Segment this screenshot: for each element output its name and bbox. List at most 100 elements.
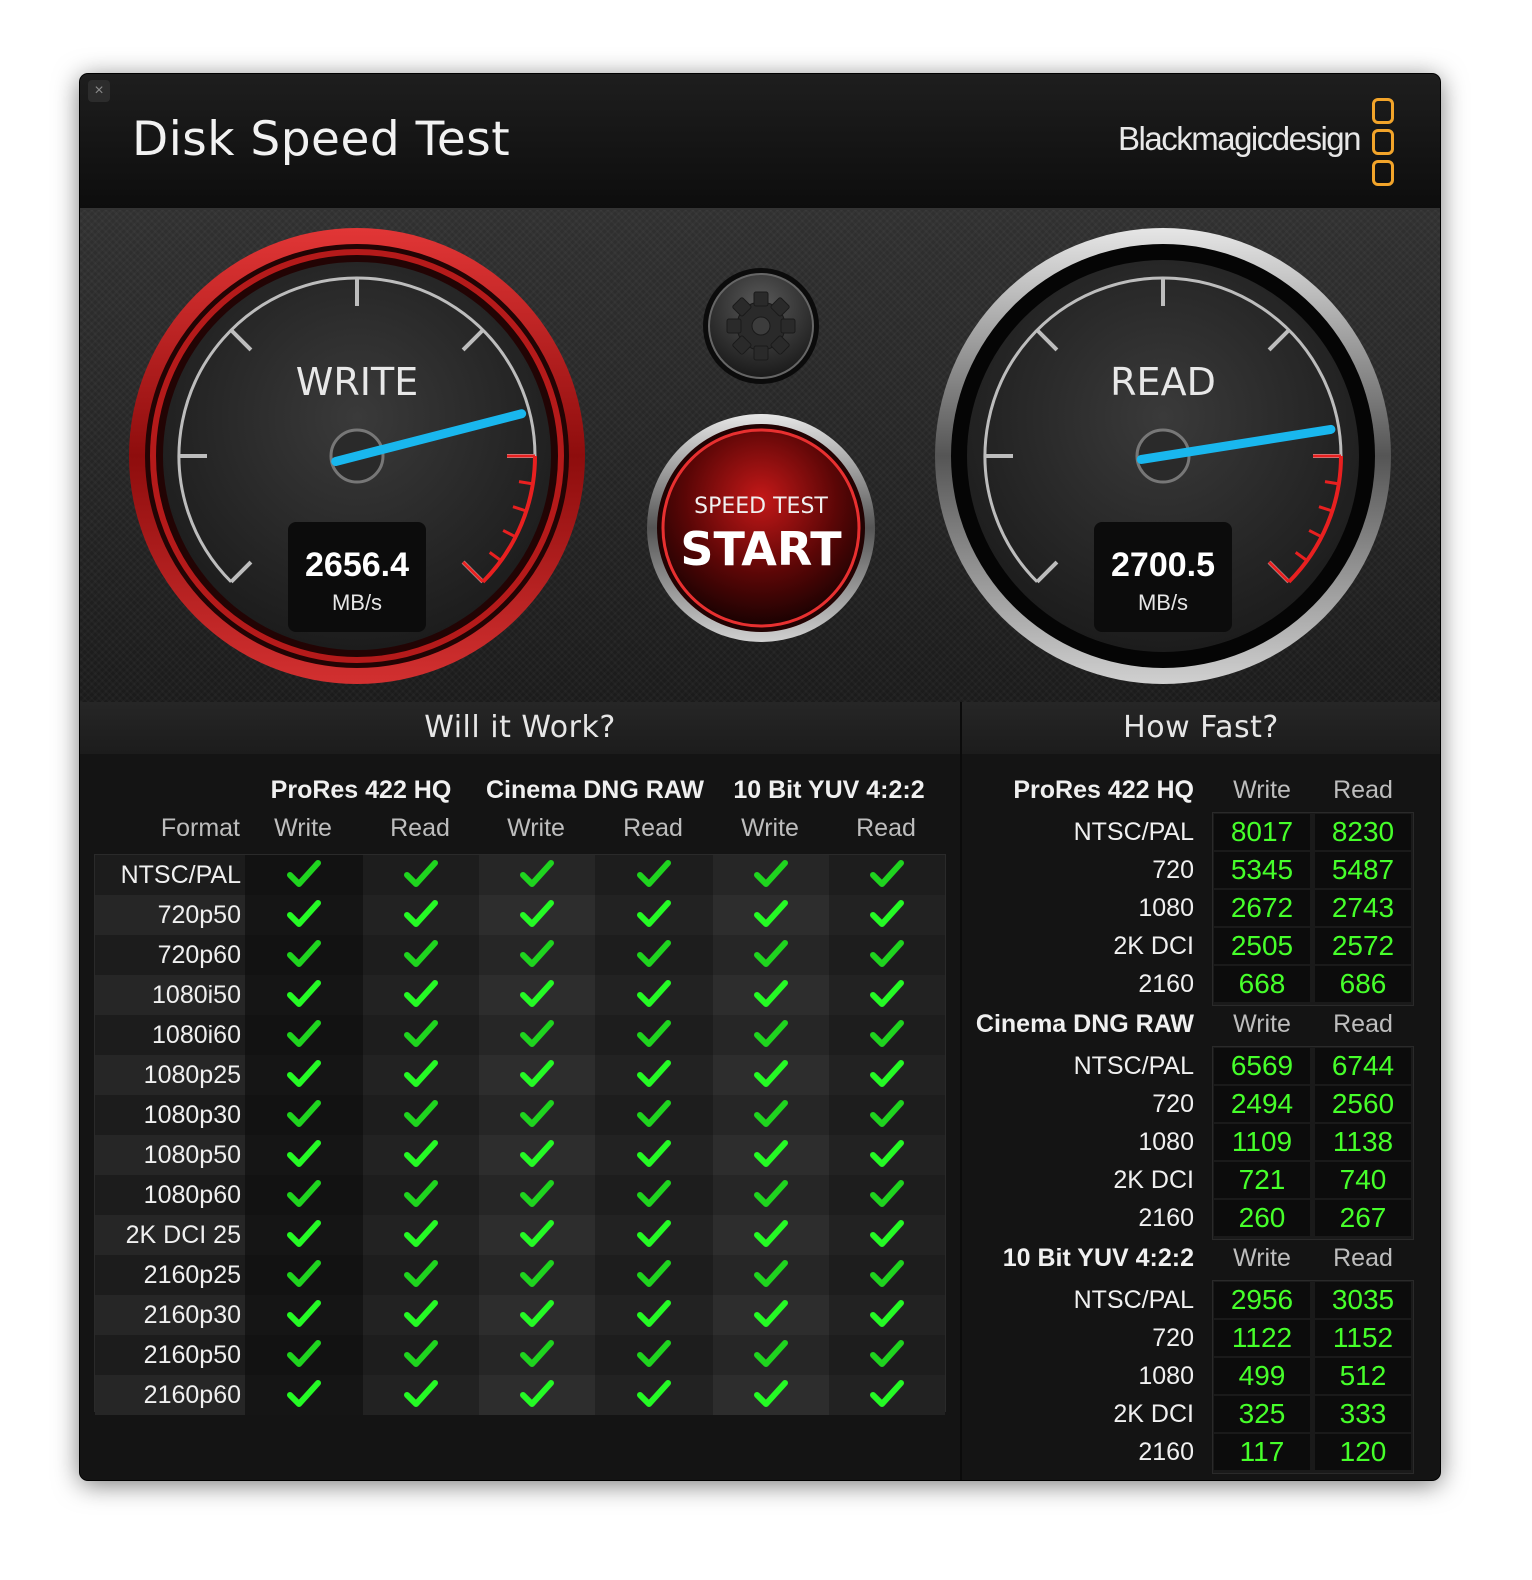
checkmark-icon	[404, 1380, 438, 1407]
pass-cell	[713, 1215, 829, 1255]
hf-read-value: 3035	[1315, 1282, 1411, 1318]
checkmark-icon	[637, 1100, 671, 1127]
checkmark-icon	[520, 1180, 554, 1207]
pass-cell	[595, 1015, 713, 1055]
close-icon[interactable]: ×	[88, 80, 110, 102]
table-row: 1080p50	[95, 1135, 945, 1175]
checkmark-icon	[870, 1260, 904, 1287]
hf-read-value: 120	[1315, 1434, 1411, 1470]
brand-logo-text: Blackmagicdesign	[1118, 120, 1361, 157]
hf-write-value: 499	[1214, 1358, 1310, 1394]
checkmark-icon	[637, 1220, 671, 1247]
checkmark-icon	[287, 980, 321, 1007]
hf-read-value: 6744	[1315, 1048, 1411, 1084]
checkmark-icon	[404, 900, 438, 927]
pass-cell	[363, 895, 479, 935]
checkmark-icon	[870, 940, 904, 967]
pass-cell	[479, 975, 595, 1015]
hf-format-label: 2160	[1138, 970, 1194, 998]
checkmark-icon	[404, 1340, 438, 1367]
checkmark-icon	[870, 1340, 904, 1367]
pass-cell	[479, 1055, 595, 1095]
hf-group-name: Cinema DNG RAW	[975, 1010, 1194, 1038]
pass-cell	[713, 1015, 829, 1055]
pass-cell	[829, 1055, 945, 1095]
checkmark-icon	[754, 1300, 788, 1327]
hf-col-header: Read	[1333, 776, 1393, 804]
checkmark-icon	[520, 940, 554, 967]
pass-cell	[479, 1095, 595, 1135]
checkmark-icon	[287, 1380, 321, 1407]
gear-icon	[726, 291, 796, 361]
checkmark-icon	[754, 1020, 788, 1047]
table-row: 720p60	[95, 935, 945, 975]
pass-cell	[595, 855, 713, 895]
pass-cell	[479, 935, 595, 975]
format-label: 2160p60	[95, 1375, 245, 1415]
hf-format-label: 1080	[1138, 1362, 1194, 1390]
checkmark-icon	[520, 1220, 554, 1247]
checkmark-icon	[287, 1180, 321, 1207]
checkmark-icon	[754, 1260, 788, 1287]
hf-write-value: 260	[1214, 1200, 1310, 1236]
hf-read-value: 5487	[1315, 852, 1411, 888]
table-row: NTSC/PAL	[95, 855, 945, 895]
pass-cell	[245, 1175, 363, 1215]
checkmark-icon	[637, 1340, 671, 1367]
hf-read-value: 1138	[1315, 1124, 1411, 1160]
hf-write-value: 8017	[1214, 814, 1310, 850]
hf-read-value: 8230	[1315, 814, 1411, 850]
checkmark-icon	[754, 1140, 788, 1167]
hf-write-value: 2956	[1214, 1282, 1310, 1318]
start-button-label: START	[680, 522, 842, 576]
hf-read-value: 2743	[1315, 890, 1411, 926]
pass-cell	[829, 1295, 945, 1335]
pass-cell	[713, 1335, 829, 1375]
ww-group-header: ProRes 422 HQ	[270, 776, 452, 804]
pass-cell	[479, 1295, 595, 1335]
checkmark-icon	[520, 900, 554, 927]
pass-cell	[245, 1335, 363, 1375]
how-fast-header: How Fast?	[962, 702, 1440, 754]
table-row: 1080p60	[95, 1175, 945, 1215]
checkmark-icon	[754, 1100, 788, 1127]
pass-cell	[595, 935, 713, 975]
hf-read-value: 740	[1315, 1162, 1411, 1198]
hf-write-value: 1109	[1214, 1124, 1310, 1160]
checkmark-icon	[520, 980, 554, 1007]
pass-cell	[829, 895, 945, 935]
pass-cell	[829, 1015, 945, 1055]
pass-cell	[713, 855, 829, 895]
checkmark-icon	[754, 1380, 788, 1407]
table-row: 1080p25	[95, 1055, 945, 1095]
pass-cell	[595, 1095, 713, 1135]
pass-cell	[595, 1135, 713, 1175]
hf-format-label: NTSC/PAL	[1073, 1286, 1194, 1314]
checkmark-icon	[754, 900, 788, 927]
checkmark-icon	[754, 1060, 788, 1087]
table-row: 2160p50	[95, 1335, 945, 1375]
pass-cell	[363, 1175, 479, 1215]
checkmark-icon	[870, 1140, 904, 1167]
checkmark-icon	[520, 1020, 554, 1047]
pass-cell	[829, 1335, 945, 1375]
pass-cell	[713, 1295, 829, 1335]
checkmark-icon	[287, 1140, 321, 1167]
checkmark-icon	[870, 1380, 904, 1407]
checkmark-icon	[287, 1060, 321, 1087]
hf-write-value: 5345	[1214, 852, 1310, 888]
hf-format-label: 2K DCI	[1113, 1166, 1194, 1194]
checkmark-icon	[637, 1380, 671, 1407]
table-row: 1080p30	[95, 1095, 945, 1135]
pass-cell	[595, 975, 713, 1015]
settings-button[interactable]	[703, 268, 819, 384]
read-speed-unit: MB/s	[1137, 590, 1189, 615]
hf-write-value: 325	[1214, 1396, 1310, 1432]
checkmark-icon	[870, 900, 904, 927]
pass-cell	[595, 895, 713, 935]
checkmark-icon	[637, 980, 671, 1007]
checkmark-icon	[870, 1060, 904, 1087]
pass-cell	[713, 1095, 829, 1135]
pass-cell	[595, 1295, 713, 1335]
checkmark-icon	[754, 1340, 788, 1367]
